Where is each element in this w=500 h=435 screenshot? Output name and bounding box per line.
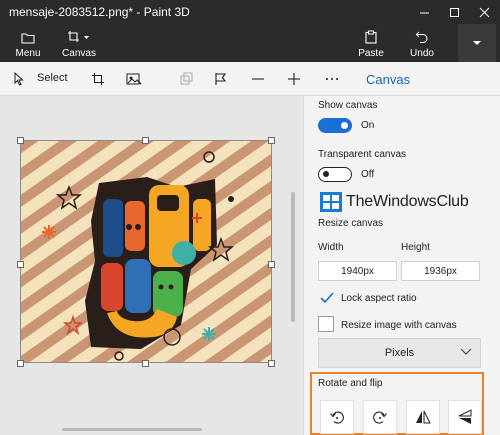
close-window-button[interactable] [469, 0, 499, 24]
close-icon [479, 7, 489, 17]
flag-icon [215, 73, 227, 85]
canvas-button[interactable]: Canvas [62, 26, 96, 59]
canvas-side-panel: Show canvas On Transparent canvas Off Th… [303, 96, 500, 435]
resize-handle-top-left[interactable] [17, 137, 24, 144]
paste-button[interactable]: Paste [356, 26, 386, 59]
show-canvas-state: On [361, 120, 375, 131]
select-tool-label: Select [37, 72, 68, 84]
undo-button[interactable]: Undo [408, 26, 436, 59]
resize-with-canvas-label: Resize image with canvas [341, 320, 457, 331]
watermark: TheWindowsClub [319, 190, 469, 214]
zoom-in-button[interactable] [287, 70, 301, 88]
resize-handle-bottom-left[interactable] [17, 360, 24, 367]
lock-aspect-checkbox[interactable] [319, 290, 335, 306]
menu-label: Menu [15, 48, 41, 59]
flip-horizontal-button[interactable] [406, 400, 440, 434]
flip-vertical-button[interactable] [448, 400, 482, 434]
undo-icon [415, 26, 429, 44]
tool-bar: Select Canvas [0, 62, 500, 96]
windows-logo-icon [320, 192, 342, 212]
transparent-canvas-state: Off [361, 169, 375, 180]
title-bar: mensaje-2083512.png* - Paint 3D [0, 0, 500, 24]
maximize-button[interactable] [439, 0, 469, 24]
magic-select-icon [126, 73, 142, 85]
magic-select-tool[interactable] [126, 70, 142, 88]
window-title: mensaje-2083512.png* - Paint 3D [9, 5, 190, 19]
height-label: Height [401, 242, 430, 253]
resize-canvas-label: Resize canvas [318, 218, 384, 229]
paste-label: Paste [358, 48, 384, 59]
width-label: Width [318, 242, 344, 253]
transparent-canvas-toggle[interactable] [318, 167, 352, 182]
select-tool[interactable] [12, 70, 26, 88]
resize-handle-top-right[interactable] [268, 137, 275, 144]
show-canvas-toggle[interactable] [318, 118, 352, 133]
crop-tool[interactable] [91, 70, 105, 88]
horizontal-scrollbar[interactable] [62, 428, 202, 431]
paste-icon [364, 26, 378, 44]
units-dropdown[interactable]: Pixels [318, 338, 481, 368]
units-value: Pixels [384, 347, 415, 359]
transparent-canvas-label: Transparent canvas [318, 149, 407, 160]
cursor-icon [14, 72, 24, 86]
checkmark-icon [320, 292, 334, 304]
minimize-button[interactable] [409, 0, 439, 24]
resize-handle-bottom[interactable] [142, 360, 149, 367]
undo-label: Undo [410, 48, 434, 59]
rotate-left-icon [330, 411, 344, 424]
watermark-text: TheWindowsClub [346, 193, 469, 210]
rotate-right-button[interactable] [363, 400, 397, 434]
command-bar: Menu Canvas Paste Undo [0, 24, 500, 62]
rotate-flip-section: Rotate and flip [310, 372, 484, 435]
lock-aspect-label: Lock aspect ratio [341, 293, 417, 304]
copy-tool[interactable] [180, 70, 194, 88]
maximize-icon [449, 7, 459, 17]
canvas-image[interactable] [20, 140, 272, 363]
happy-day-artwork [21, 141, 271, 362]
rotate-flip-label: Rotate and flip [318, 378, 383, 389]
flip-horizontal-icon [416, 410, 431, 424]
plus-icon [288, 73, 300, 85]
resize-handle-top[interactable] [142, 137, 149, 144]
panel-title: Canvas [366, 71, 411, 87]
folder-icon [21, 26, 35, 44]
resize-with-canvas-checkbox[interactable] [318, 316, 334, 332]
chevron-down-icon [473, 41, 481, 45]
canvas-label: Canvas [62, 48, 96, 59]
vertical-scrollbar[interactable] [291, 192, 295, 322]
flip-vertical-icon [458, 409, 472, 424]
canvas-crop-icon [67, 26, 91, 44]
minimize-icon [419, 12, 429, 13]
height-field[interactable]: 1936px [401, 261, 480, 281]
canvas-workspace[interactable] [0, 96, 303, 435]
width-field[interactable]: 1940px [318, 261, 397, 281]
flag-tool[interactable] [214, 70, 228, 88]
minus-icon [252, 78, 264, 80]
zoom-out-button[interactable] [251, 70, 265, 88]
copy-icon [180, 72, 193, 85]
resize-handle-bottom-right[interactable] [268, 360, 275, 367]
resize-handle-right[interactable] [268, 261, 275, 268]
menu-button[interactable]: Menu [14, 26, 42, 59]
rotate-left-button[interactable] [320, 400, 354, 434]
more-options-button[interactable] [458, 24, 496, 62]
chevron-down-icon [460, 348, 472, 355]
crop-icon [92, 73, 104, 85]
resize-handle-left[interactable] [17, 261, 24, 268]
rotate-right-icon [373, 411, 387, 424]
show-canvas-label: Show canvas [318, 100, 378, 111]
